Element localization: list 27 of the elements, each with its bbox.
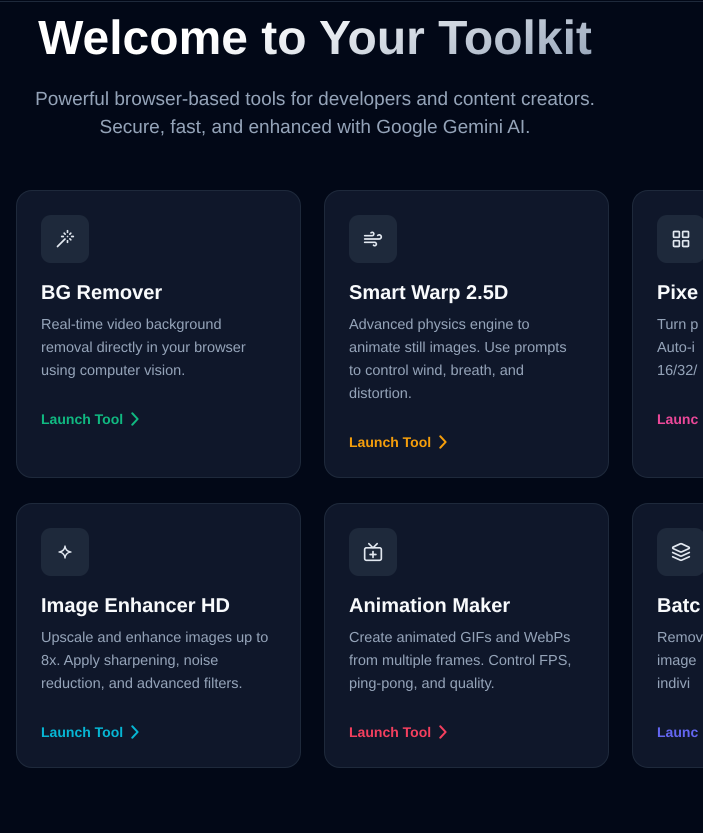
tool-title: BG Remover bbox=[41, 281, 164, 306]
tool-title: Pixe bbox=[657, 281, 700, 306]
hero-subtitle: Powerful browser-based tools for developers and content creators. Secure, fast, and enhanced with Google Gemini AI. bbox=[34, 88, 596, 140]
magic-wand-icon bbox=[41, 215, 89, 263]
launch-tool-link[interactable]: Launch Tool bbox=[349, 432, 448, 452]
tool-description: Real-time video background removal directly in your browser using computer vision. bbox=[41, 316, 247, 381]
sparkle-icon bbox=[41, 528, 89, 576]
tool-description: Remov image indivi bbox=[657, 629, 703, 694]
tool-title: Animation Maker bbox=[349, 594, 512, 619]
tool-description: Upscale and enhance images up to 8x. Apply sharpening, noise reduction, and advanced filters. bbox=[41, 629, 270, 694]
chevron-right-icon bbox=[439, 435, 448, 449]
launch-tool-link[interactable]: Launc bbox=[657, 409, 698, 429]
tool-description: Create animated GIFs and WebPs from multiple frames. Control FPS, ping-pong, and quality. bbox=[349, 629, 572, 694]
tool-title: Image Enhancer HD bbox=[41, 594, 231, 619]
launch-tool-link[interactable]: Launch Tool bbox=[41, 722, 140, 742]
launch-tool-link[interactable]: Launch Tool bbox=[349, 722, 448, 742]
tool-title: Smart Warp 2.5D bbox=[349, 281, 510, 306]
chevron-right-icon bbox=[439, 725, 448, 739]
tool-description: Advanced physics engine to animate still images. Use prompts to control wind, breath, and distortion. bbox=[349, 316, 568, 404]
tool-title: Batc bbox=[657, 594, 702, 619]
chevron-right-icon bbox=[131, 725, 140, 739]
launch-tool-link[interactable]: Launc bbox=[657, 722, 698, 742]
tool-description: Turn p Auto-i 16/32/ bbox=[657, 316, 700, 381]
tv-plus-icon bbox=[349, 528, 397, 576]
chevron-right-icon bbox=[131, 412, 140, 426]
wind-icon bbox=[349, 215, 397, 263]
launch-tool-link[interactable]: Launch Tool bbox=[41, 409, 140, 429]
